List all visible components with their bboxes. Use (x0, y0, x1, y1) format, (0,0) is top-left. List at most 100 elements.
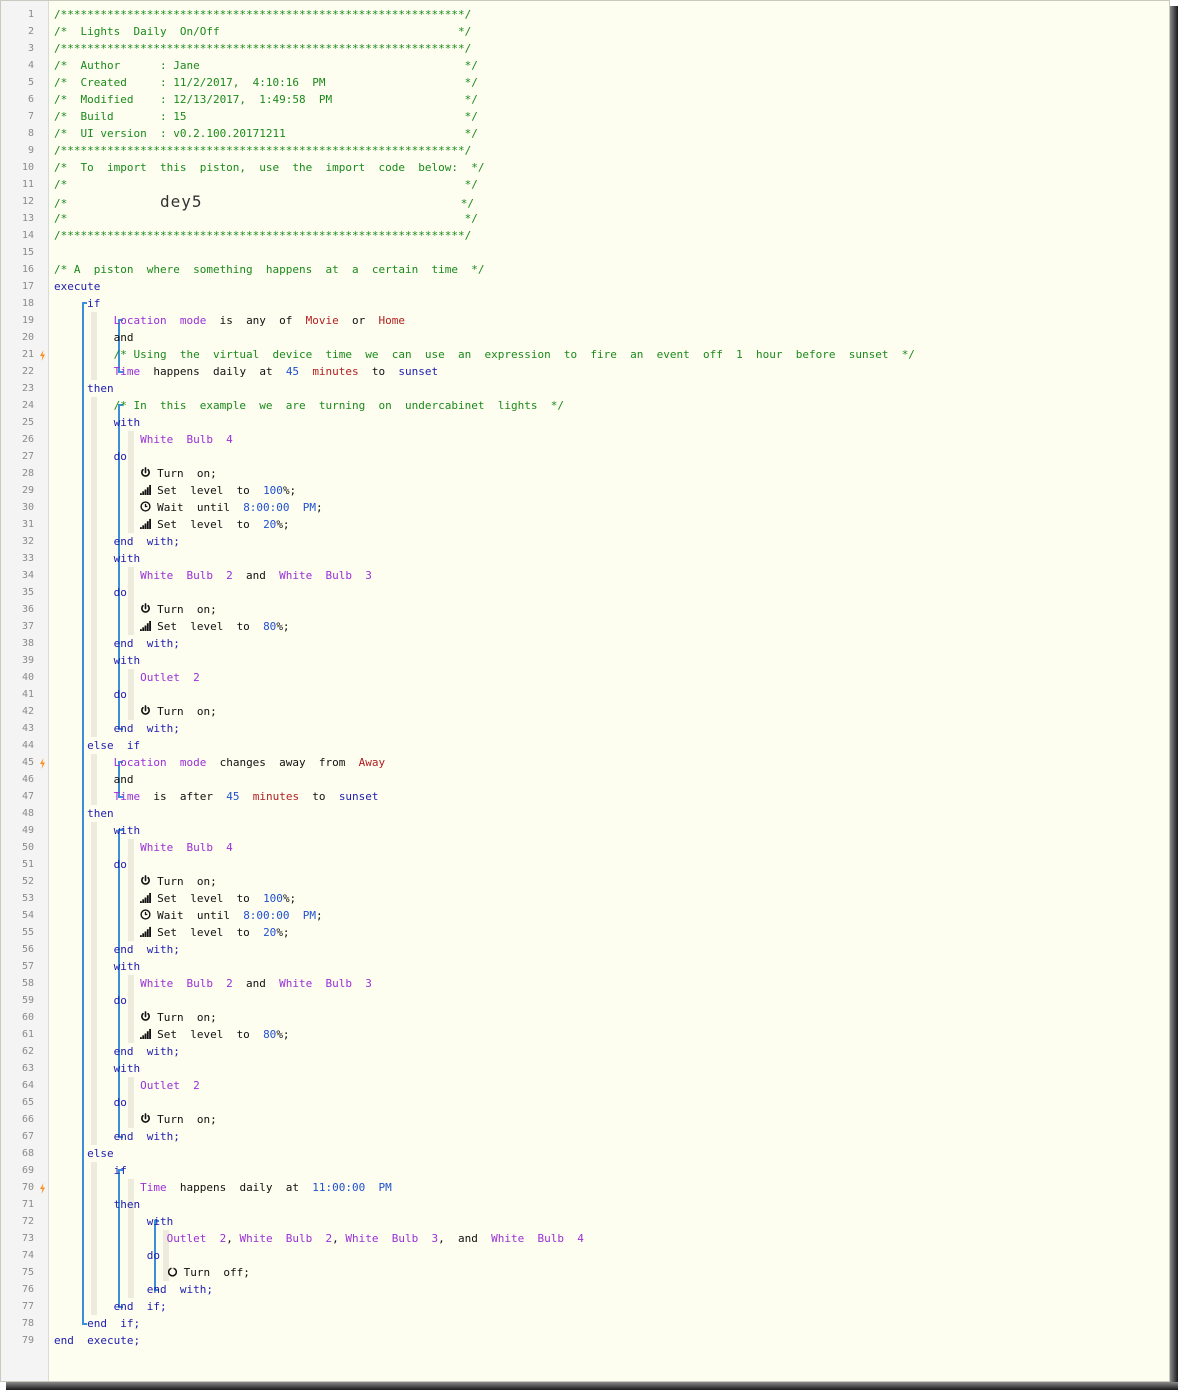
code-line: 59 do (1, 992, 1169, 1009)
code-line: 74 do (1, 1247, 1169, 1264)
code-text: end with; (54, 720, 180, 737)
code-line: 22 Time happens daily at 45 minutes to s… (1, 363, 1169, 380)
code-line: 20 and (1, 329, 1169, 346)
code-text: do (54, 992, 127, 1009)
code-line: 68 else (1, 1145, 1169, 1162)
code-text: with (54, 1060, 141, 1077)
line-number: 26 (21, 434, 34, 445)
line-number: 40 (21, 672, 34, 683)
code-token: is any of (206, 314, 306, 327)
line-number: 68 (21, 1148, 34, 1159)
code-text: do (54, 448, 127, 465)
code-text: end if; (54, 1298, 167, 1315)
code-line: 26 White Bulb 4 (1, 431, 1169, 448)
code-text: end with; (54, 635, 180, 652)
code-line: 76 end with; (1, 1281, 1169, 1298)
code-token: /* To import this piston, use the import… (54, 161, 485, 174)
line-number: 47 (21, 791, 34, 802)
line-number: 64 (21, 1080, 34, 1091)
code-line: 47 Time is after 45 minutes to sunset (1, 788, 1169, 805)
line-number: 42 (21, 706, 34, 717)
line-number: 58 (21, 978, 34, 989)
code-token: White Bulb 2 (140, 569, 233, 582)
trigger-bolt-icon (39, 757, 46, 769)
code-token: ; (316, 501, 323, 514)
line-number: 38 (21, 638, 34, 649)
code-token: end with; (54, 1283, 213, 1296)
code-token: /* In this example we are turning on und… (54, 399, 564, 412)
line-number: 7 (27, 111, 34, 122)
code-token: Home (378, 314, 406, 327)
code-line: 6 /* Modified : 12/13/2017, 1:49:58 PM */ (1, 91, 1169, 108)
code-token: /* Modified : 12/13/2017, 1:49:58 PM */ (54, 93, 478, 106)
code-token: Turn on; (157, 1011, 217, 1024)
code-token: Set level to (157, 892, 264, 905)
code-line: 19 Location mode is any of Movie or Home (1, 312, 1169, 329)
line-number: 71 (21, 1199, 34, 1210)
code-text: with (54, 414, 141, 431)
code-token: then (54, 382, 114, 395)
code-token: 80 (263, 1028, 277, 1041)
code-token: and (54, 331, 134, 344)
line-number: 66 (21, 1114, 34, 1125)
code-text: end with; (54, 1281, 213, 1298)
power-icon (140, 1010, 151, 1021)
code-text: then (54, 380, 114, 397)
code-token: */ (202, 197, 475, 210)
clock-icon (140, 500, 151, 512)
code-line: 73 Outlet 2, White Bulb 2, White Bulb 3,… (1, 1230, 1169, 1247)
code-line: 2 /* Lights Daily On/Off */ (1, 23, 1169, 40)
code-text: White Bulb 4 (54, 839, 233, 856)
code-token: White Bulb 3 (279, 977, 372, 990)
code-token: do (54, 858, 127, 871)
code-token: with (54, 416, 141, 429)
code-token: with (54, 824, 141, 837)
code-text: Time happens daily at 11:00:00 PM (54, 1179, 392, 1196)
line-number: 19 (21, 315, 34, 326)
line-number: 35 (21, 587, 34, 598)
window-shadow-bottom (6, 1382, 1178, 1390)
code-token: Set level to (157, 518, 264, 531)
code-token: /* */ (54, 212, 478, 225)
line-number: 65 (21, 1097, 34, 1108)
line-number: 23 (21, 383, 34, 394)
line-number: 34 (21, 570, 34, 581)
code-line: 11 /* */ (1, 176, 1169, 193)
code-token: /* UI version : v0.2.100.20171211 */ (54, 127, 478, 140)
code-text: else (54, 1145, 114, 1162)
level-icon (140, 925, 152, 937)
power-icon (140, 704, 151, 715)
code-token: or (338, 314, 379, 327)
line-number: 52 (21, 876, 34, 887)
code-line: 35 do (1, 584, 1169, 601)
code-text: White Bulb 4 (54, 431, 233, 448)
code-text: /* */ (54, 210, 478, 227)
editor-frame: 1 /**************************************… (0, 0, 1170, 1382)
line-number: 78 (21, 1318, 34, 1329)
line-number: 31 (21, 519, 34, 530)
code-text: Turn on; (54, 1111, 217, 1128)
code-token: do (54, 994, 127, 1007)
code-line: 71 then (1, 1196, 1169, 1213)
code-text: Set level to 100%; (54, 890, 296, 907)
line-number: 13 (21, 213, 34, 224)
line-number: 36 (21, 604, 34, 615)
code-text: Outlet 2 (54, 669, 200, 686)
code-line: 23 then (1, 380, 1169, 397)
line-number: 57 (21, 961, 34, 972)
code-token: sunset (338, 790, 379, 803)
code-token: Set level to (157, 484, 264, 497)
line-number: 45 (21, 757, 34, 768)
code-line: 46 and (1, 771, 1169, 788)
code-line: 29 Set level to 100%; (1, 482, 1169, 499)
line-number: 56 (21, 944, 34, 955)
